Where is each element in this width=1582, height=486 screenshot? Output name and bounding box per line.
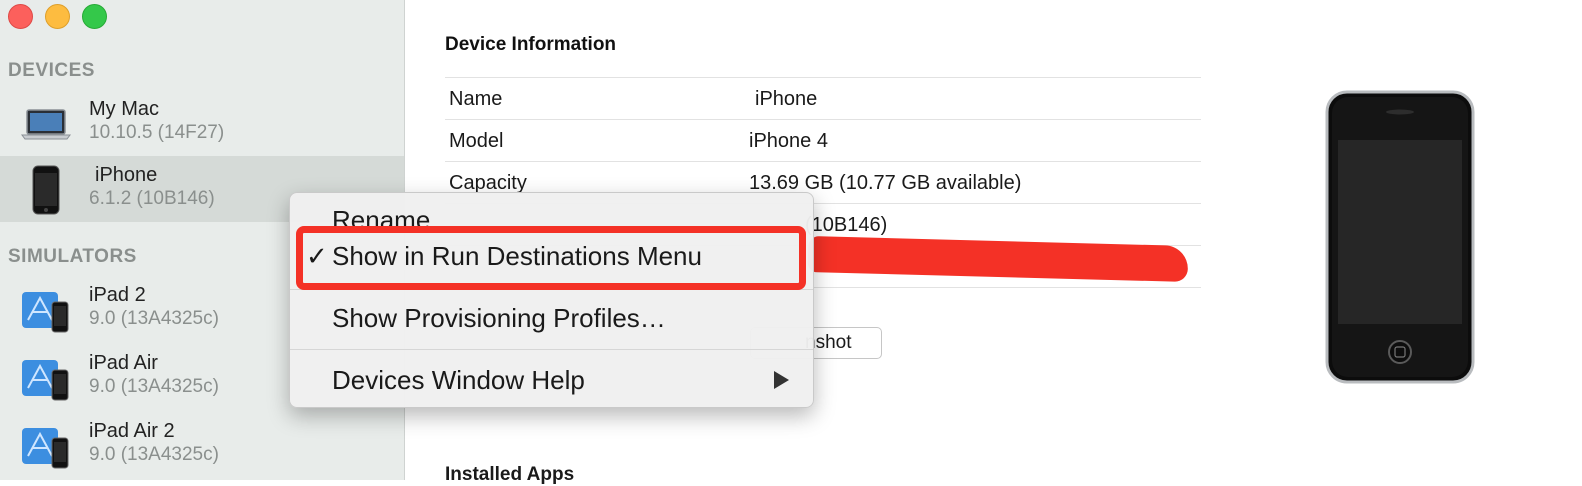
menu-item-rename[interactable]: Rename <box>290 201 813 241</box>
simulator-name: iPad 2 <box>89 284 146 306</box>
context-menu: Rename ✓ Show in Run Destinations Menu S… <box>289 192 814 408</box>
menu-separator <box>290 289 813 290</box>
table-row: Model iPhone 4 <box>445 119 1201 161</box>
simulator-icon <box>22 428 69 469</box>
sidebar-item-ipad-air-2[interactable]: iPad Air 2 9.0 (13A4325c) <box>0 412 404 478</box>
simulator-name: iPad Air <box>89 352 158 374</box>
device-name: iPhone <box>95 164 158 186</box>
row-key: Name <box>449 88 503 110</box>
devices-header: DEVICES <box>8 60 95 81</box>
iphone-device-image <box>1325 90 1475 384</box>
zoom-window-button[interactable] <box>82 4 107 29</box>
menu-item-devices-window-help[interactable]: Devices Window Help <box>290 361 813 401</box>
row-value: (10B146) <box>805 214 888 236</box>
menu-item-label: Show Provisioning Profiles… <box>332 303 666 333</box>
device-version: 6.1.2 (10B146) <box>89 188 215 209</box>
menu-item-label: Show in Run Destinations Menu <box>332 241 702 271</box>
device-name: My Mac <box>89 98 159 120</box>
close-window-button[interactable] <box>8 4 33 29</box>
simulator-icon <box>22 292 69 333</box>
device-version: 10.10.5 (14F27) <box>89 122 225 143</box>
sidebar-item-my-mac[interactable]: My Mac 10.10.5 (14F27) <box>0 90 404 156</box>
menu-item-label: Devices Window Help <box>332 365 585 395</box>
menu-item-show-in-run-destinations[interactable]: ✓ Show in Run Destinations Menu <box>290 237 813 277</box>
checkmark-icon: ✓ <box>306 241 328 271</box>
macbook-icon <box>21 109 71 140</box>
simulator-icon <box>22 360 69 401</box>
menu-item-label: Rename <box>332 205 431 235</box>
simulator-version: 9.0 (13A4325c) <box>89 308 219 329</box>
row-key: Model <box>449 130 504 152</box>
window-controls <box>8 4 107 29</box>
simulator-version: 9.0 (13A4325c) <box>89 444 219 465</box>
iphone-icon <box>32 165 60 215</box>
row-value: iPhone <box>755 88 818 110</box>
row-value: iPhone 4 <box>749 130 828 152</box>
submenu-arrow-icon <box>774 371 789 389</box>
device-information-title: Device Information <box>445 34 617 55</box>
simulators-header: SIMULATORS <box>8 246 137 267</box>
simulator-version: 9.0 (13A4325c) <box>89 376 219 397</box>
menu-item-show-provisioning-profiles[interactable]: Show Provisioning Profiles… <box>290 299 813 339</box>
installed-apps-title: Installed Apps <box>445 464 575 485</box>
simulator-name: iPad Air 2 <box>89 420 175 442</box>
menu-separator <box>290 349 813 350</box>
minimize-window-button[interactable] <box>45 4 70 29</box>
table-row: Name iPhone <box>445 77 1201 119</box>
